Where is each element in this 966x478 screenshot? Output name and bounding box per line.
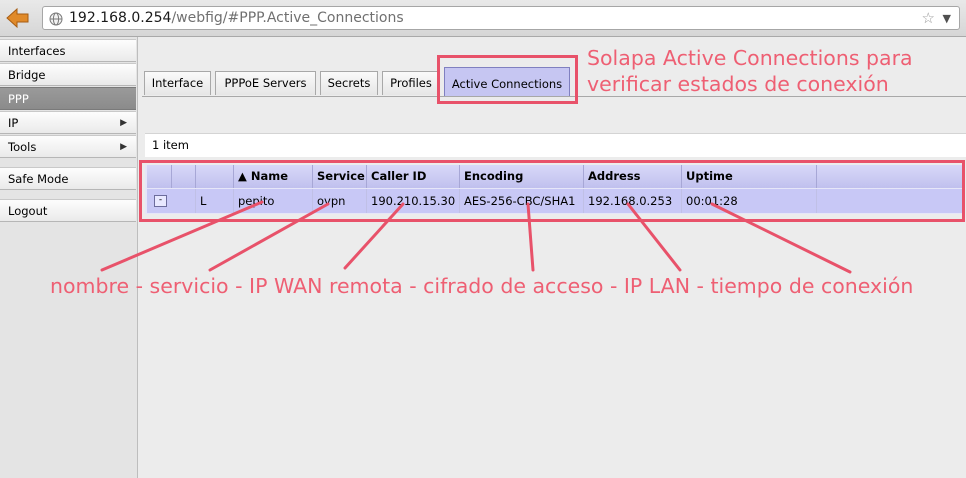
tab-label: Profiles bbox=[390, 76, 432, 90]
column-header-spacer bbox=[172, 165, 196, 188]
submenu-arrow-icon: ▶ bbox=[120, 142, 127, 152]
url-path: /webfig/#PPP.Active_Connections bbox=[171, 10, 404, 26]
sidebar-item-label: Safe Mode bbox=[8, 172, 69, 186]
tab-active-connections[interactable]: Active Connections bbox=[444, 67, 570, 97]
sidebar-item-interfaces[interactable]: Interfaces bbox=[0, 39, 136, 62]
submenu-arrow-icon: ▶ bbox=[120, 118, 127, 128]
item-count: 1 item bbox=[145, 133, 966, 157]
url-text: 192.168.0.254/webfig/#PPP.Active_Connect… bbox=[69, 10, 404, 26]
tab-annotation-line-1: Solapa Active Connections para bbox=[587, 46, 913, 70]
table-cell-caller-id[interactable]: 190.210.15.30 bbox=[367, 189, 460, 213]
table-row-toggle-cell: - bbox=[147, 189, 196, 213]
column-header-uptime[interactable]: Uptime bbox=[682, 165, 817, 188]
tab-secrets[interactable]: Secrets bbox=[320, 71, 378, 95]
column-header-name[interactable]: ▲ Name bbox=[234, 165, 313, 188]
table-cell-name[interactable]: pepito bbox=[234, 189, 313, 213]
sidebar-item-label: Interfaces bbox=[8, 44, 66, 58]
column-header-address[interactable]: Address bbox=[584, 165, 682, 188]
sidebar-item-label: Bridge bbox=[8, 68, 46, 82]
fields-annotation: nombre - servicio - IP WAN remota - cifr… bbox=[50, 274, 914, 298]
url-dropdown-icon[interactable]: ▼ bbox=[943, 11, 951, 27]
bookmark-star-icon[interactable]: ☆ bbox=[922, 9, 935, 27]
sidebar-item-label: Tools bbox=[8, 140, 37, 154]
column-header-flags[interactable] bbox=[196, 165, 234, 188]
tab-pppoe-servers[interactable]: PPPoE Servers bbox=[215, 71, 316, 95]
table-cell-address[interactable]: 192.168.0.253 bbox=[584, 189, 682, 213]
column-header-encoding[interactable]: Encoding bbox=[460, 165, 584, 188]
sidebar-item-bridge[interactable]: Bridge bbox=[0, 63, 136, 86]
sidebar-item-safe-mode[interactable]: Safe Mode bbox=[0, 167, 136, 190]
table-cell-flag: L bbox=[196, 189, 234, 213]
tab-profiles[interactable]: Profiles bbox=[382, 71, 440, 95]
sidebar-item-ip[interactable]: IP ▶ bbox=[0, 111, 136, 134]
column-header-toggle[interactable] bbox=[147, 165, 172, 188]
tab-annotation-line-2: verificar estados de conexión bbox=[587, 72, 889, 96]
sidebar-item-tools[interactable]: Tools ▶ bbox=[0, 135, 136, 158]
table-cell-encoding[interactable]: AES-256-CBC/SHA1 bbox=[460, 189, 584, 213]
globe-icon bbox=[49, 11, 63, 26]
tab-label: Secrets bbox=[327, 76, 371, 90]
table-cell-service[interactable]: ovpn bbox=[313, 189, 367, 213]
sidebar-item-label: Logout bbox=[8, 204, 48, 218]
connections-table: ▲ Name Service Caller ID Encoding Addres… bbox=[145, 165, 963, 214]
sidebar-item-logout[interactable]: Logout bbox=[0, 199, 136, 222]
column-header-caller-id[interactable]: Caller ID bbox=[367, 165, 460, 188]
address-bar[interactable]: 192.168.0.254/webfig/#PPP.Active_Connect… bbox=[42, 6, 960, 30]
sidebar-menu: Interfaces Bridge PPP IP ▶ Tools ▶ Safe … bbox=[0, 37, 138, 478]
column-header-service[interactable]: Service bbox=[313, 165, 367, 188]
tab-label: Interface bbox=[151, 76, 204, 90]
column-header-filler bbox=[817, 165, 963, 188]
table-cell-filler bbox=[817, 189, 963, 213]
sidebar-item-label: IP bbox=[8, 116, 19, 130]
sidebar-item-label: PPP bbox=[8, 92, 29, 106]
browser-toolbar: 192.168.0.254/webfig/#PPP.Active_Connect… bbox=[0, 0, 966, 37]
back-arrow-icon[interactable] bbox=[3, 5, 33, 31]
tab-label: Active Connections bbox=[451, 77, 563, 91]
tab-interface[interactable]: Interface bbox=[144, 71, 211, 95]
sidebar-item-ppp[interactable]: PPP bbox=[0, 87, 136, 110]
row-disable-button[interactable]: - bbox=[154, 195, 167, 207]
url-host: 192.168.0.254 bbox=[69, 10, 172, 26]
tab-label: PPPoE Servers bbox=[224, 76, 307, 90]
table-cell-uptime[interactable]: 00:01:28 bbox=[682, 189, 817, 213]
